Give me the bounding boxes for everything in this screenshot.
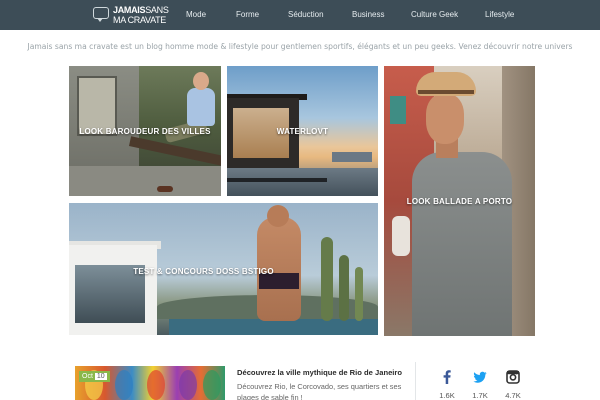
social-instagram[interactable]: 4.7K — [493, 370, 533, 400]
featured-tile-bstigo[interactable]: TEST & CONCOURS DOSS BSTIGO — [69, 203, 378, 335]
post-date-badge: Oct 10 — [79, 371, 110, 382]
site-logo[interactable]: JAMAISSANS MA CRAVATE — [93, 3, 171, 27]
featured-tile-label: LOOK BAROUDEUR DES VILLES — [79, 127, 211, 136]
tile-photo-pier — [227, 178, 327, 182]
tile-photo-face — [426, 94, 464, 144]
tile-photo-head — [193, 72, 209, 90]
nav-item-seduction[interactable]: Séduction — [288, 10, 324, 19]
post-date-day: 10 — [94, 373, 107, 380]
tile-photo-cactus — [321, 237, 333, 321]
tile-photo-pool — [169, 319, 378, 335]
nav-item-mode[interactable]: Mode — [186, 10, 206, 19]
nav-item-lifestyle[interactable]: Lifestyle — [485, 10, 514, 19]
featured-tile-label: WATERLOVT — [276, 127, 329, 136]
post-excerpt: Découvrez Rio, le Corcovado, ses quartie… — [237, 382, 402, 400]
tile-photo-skyline — [332, 152, 372, 162]
tile-photo-ground — [69, 166, 221, 196]
feather-shape — [203, 370, 221, 400]
logo-line2: MA CRAVATE — [113, 15, 167, 25]
featured-tile-baroudeur[interactable]: LOOK BAROUDEUR DES VILLES — [69, 66, 221, 196]
tile-photo-hat-band — [418, 90, 474, 94]
instagram-count: 4.7K — [505, 391, 521, 400]
nav-item-forme[interactable]: Forme — [236, 10, 259, 19]
feather-shape — [179, 370, 197, 400]
tile-photo-shirt — [187, 88, 215, 126]
nav-item-culture-geek[interactable]: Culture Geek — [411, 10, 458, 19]
feather-shape — [147, 370, 165, 400]
nav-item-business[interactable]: Business — [352, 10, 384, 19]
tile-photo-torso — [412, 152, 512, 336]
site-tagline: Jamais sans ma cravate est un blog homme… — [27, 42, 573, 51]
featured-tile-porto[interactable]: LOOK BALLADE A PORTO — [384, 66, 535, 336]
tile-photo-passerby — [392, 216, 410, 256]
tile-photo-shoe — [157, 186, 173, 192]
instagram-icon — [506, 370, 520, 384]
tile-photo-water — [227, 168, 378, 196]
top-navbar: JAMAISSANS MA CRAVATE Mode Forme Séducti… — [0, 0, 600, 30]
logo-line1: JAMAISSANS — [113, 5, 169, 15]
post-title[interactable]: Découvrez la ville mythique de Rio de Ja… — [237, 368, 402, 377]
feather-shape — [115, 370, 133, 400]
tile-photo-model-head — [267, 205, 289, 227]
section-divider — [415, 362, 416, 400]
tile-photo-cactus — [339, 255, 349, 321]
post-date-month: Oct — [82, 373, 93, 380]
featured-tile-label: TEST & CONCOURS DOSS BSTIGO — [133, 267, 274, 276]
twitter-icon — [473, 371, 487, 383]
featured-tile-label: LOOK BALLADE A PORTO — [406, 197, 513, 206]
speech-bubble-icon — [93, 7, 109, 22]
facebook-icon — [443, 370, 451, 384]
tile-photo-shutter — [390, 96, 406, 124]
featured-tile-waterlovt[interactable]: WATERLOVT — [227, 66, 378, 196]
